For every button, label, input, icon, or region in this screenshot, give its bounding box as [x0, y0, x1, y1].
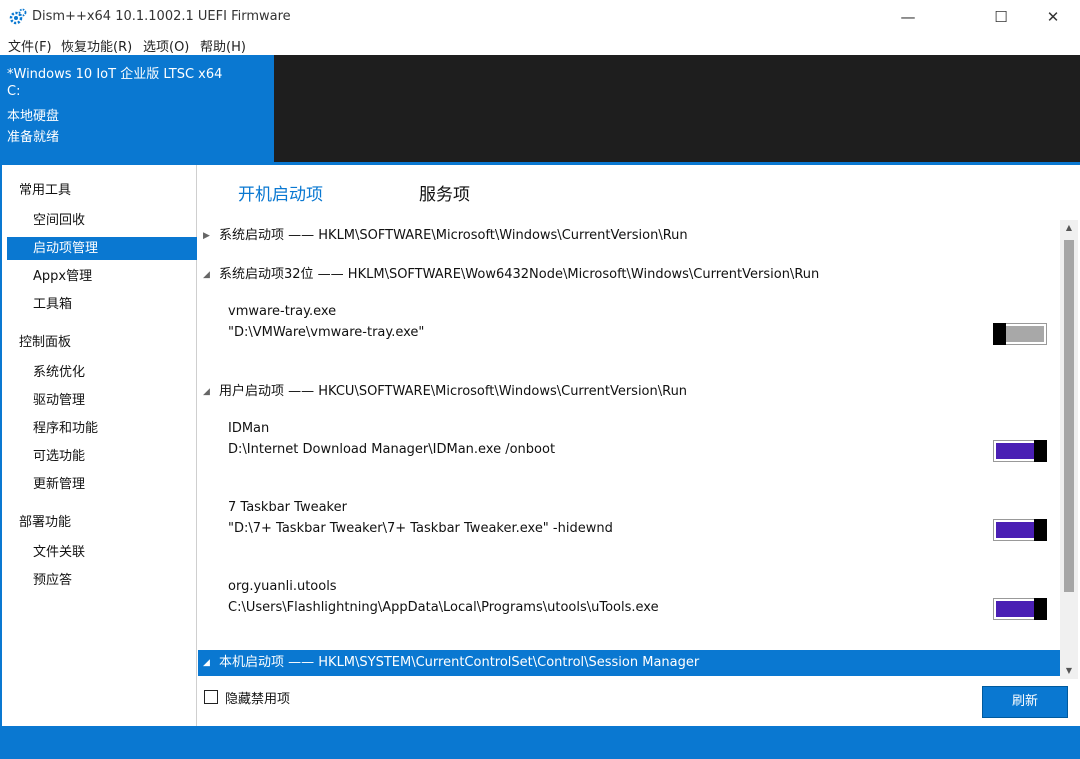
menu-file[interactable]: 文件(F): [8, 36, 52, 55]
title-bar: Dism++x64 10.1.1002.1 UEFI Firmware — ☐ …: [0, 0, 1080, 34]
sidebar-group-deployment: 部署功能: [19, 515, 72, 530]
entry-path: "D:\7+ Taskbar Tweaker\7+ Taskbar Tweake…: [228, 521, 613, 536]
hide-disabled-label: 隐藏禁用项: [225, 692, 291, 707]
scroll-thumb[interactable]: [1064, 240, 1074, 592]
sidebar-item-programs[interactable]: 程序和功能: [7, 417, 197, 440]
toggle-switch[interactable]: [993, 440, 1047, 462]
sidebar-item-updates[interactable]: 更新管理: [7, 473, 197, 496]
entry-name: vmware-tray.exe: [228, 304, 337, 319]
sidebar-group-control-panel: 控制面板: [19, 335, 72, 350]
os-name: *Windows 10 IoT 企业版 LTSC x64: [7, 67, 223, 82]
entry-name: IDMan: [228, 421, 270, 436]
image-info-panel[interactable]: *Windows 10 IoT 企业版 LTSC x64 C: 本地硬盘 准备就…: [0, 55, 274, 162]
menu-help[interactable]: 帮助(H): [200, 36, 246, 55]
group-header-session-manager[interactable]: ◢ 本机启动项 —— HKLM\SYSTEM\CurrentControlSet…: [198, 650, 1060, 676]
minimize-button[interactable]: —: [885, 0, 931, 34]
main-content: 开机启动项 服务项 ▶ 系统启动项 —— HKLM\SOFTWARE\Micro…: [198, 165, 1078, 726]
entry-name: org.yuanli.utools: [228, 579, 337, 594]
sidebar-group-common-tools: 常用工具: [19, 183, 72, 198]
drive-letter: C:: [7, 84, 21, 99]
toggle-switch[interactable]: [993, 323, 1047, 345]
sidebar-item-file-association[interactable]: 文件关联: [7, 541, 197, 564]
chevron-expanded-icon: ◢: [203, 270, 210, 280]
status-bar: [0, 726, 1080, 759]
sidebar-item-appx[interactable]: Appx管理: [7, 265, 197, 288]
sidebar-item-space-cleanup[interactable]: 空间回收: [7, 209, 197, 232]
tab-services[interactable]: 服务项: [419, 180, 470, 205]
disk-type: 本地硬盘: [7, 109, 60, 124]
scroll-up-icon[interactable]: ▲: [1060, 220, 1078, 236]
toggle-switch[interactable]: [993, 519, 1047, 541]
tab-startup-items[interactable]: 开机启动项: [238, 180, 323, 205]
refresh-button[interactable]: 刷新: [982, 686, 1068, 718]
sidebar-item-toolbox[interactable]: 工具箱: [7, 293, 197, 316]
sidebar-item-system-optimize[interactable]: 系统优化: [7, 361, 197, 384]
status-text: 准备就绪: [7, 130, 60, 145]
menu-bar: 文件(F) 恢复功能(R) 选项(O) 帮助(H): [0, 34, 1080, 55]
entry-path: D:\Internet Download Manager\IDMan.exe /…: [228, 442, 556, 457]
startup-list: ▶ 系统启动项 —— HKLM\SOFTWARE\Microsoft\Windo…: [198, 220, 1060, 679]
toggle-switch[interactable]: [993, 598, 1047, 620]
scroll-down-icon[interactable]: ▼: [1060, 663, 1078, 679]
group-header-user-run[interactable]: ◢ 用户启动项 —— HKCU\SOFTWARE\Microsoft\Windo…: [198, 379, 1060, 405]
menu-options[interactable]: 选项(O): [143, 36, 189, 55]
window-title: Dism++x64 10.1.1002.1 UEFI Firmware: [32, 9, 291, 24]
vertical-scrollbar[interactable]: ▲ ▼: [1060, 220, 1078, 679]
sidebar-item-answer-file[interactable]: 预应答: [7, 569, 197, 592]
menu-restore[interactable]: 恢复功能(R): [61, 36, 132, 55]
sidebar-item-optional-features[interactable]: 可选功能: [7, 445, 197, 468]
gear-icon: [9, 8, 27, 25]
close-button[interactable]: ✕: [1030, 0, 1076, 34]
entry-name: 7 Taskbar Tweaker: [228, 500, 347, 515]
hide-disabled-checkbox[interactable]: [204, 690, 218, 704]
group-header-system-run[interactable]: ▶ 系统启动项 —— HKLM\SOFTWARE\Microsoft\Windo…: [198, 223, 1060, 249]
sidebar: 常用工具 空间回收 启动项管理 Appx管理 工具箱 控制面板 系统优化 驱动管…: [0, 165, 197, 726]
chevron-expanded-icon: ◢: [203, 387, 210, 397]
sidebar-item-startup-management[interactable]: 启动项管理: [7, 237, 197, 260]
sidebar-item-drivers[interactable]: 驱动管理: [7, 389, 197, 412]
chevron-right-icon: ▶: [203, 231, 210, 241]
chevron-expanded-icon: ◢: [203, 658, 210, 668]
header-dark-area: [274, 55, 1080, 162]
group-header-system-run-32[interactable]: ◢ 系统启动项32位 —— HKLM\SOFTWARE\Wow6432Node\…: [198, 262, 1060, 288]
entry-path: "D:\VMWare\vmware-tray.exe": [228, 325, 425, 340]
entry-path: C:\Users\Flashlightning\AppData\Local\Pr…: [228, 600, 659, 615]
maximize-button[interactable]: ☐: [978, 0, 1024, 34]
